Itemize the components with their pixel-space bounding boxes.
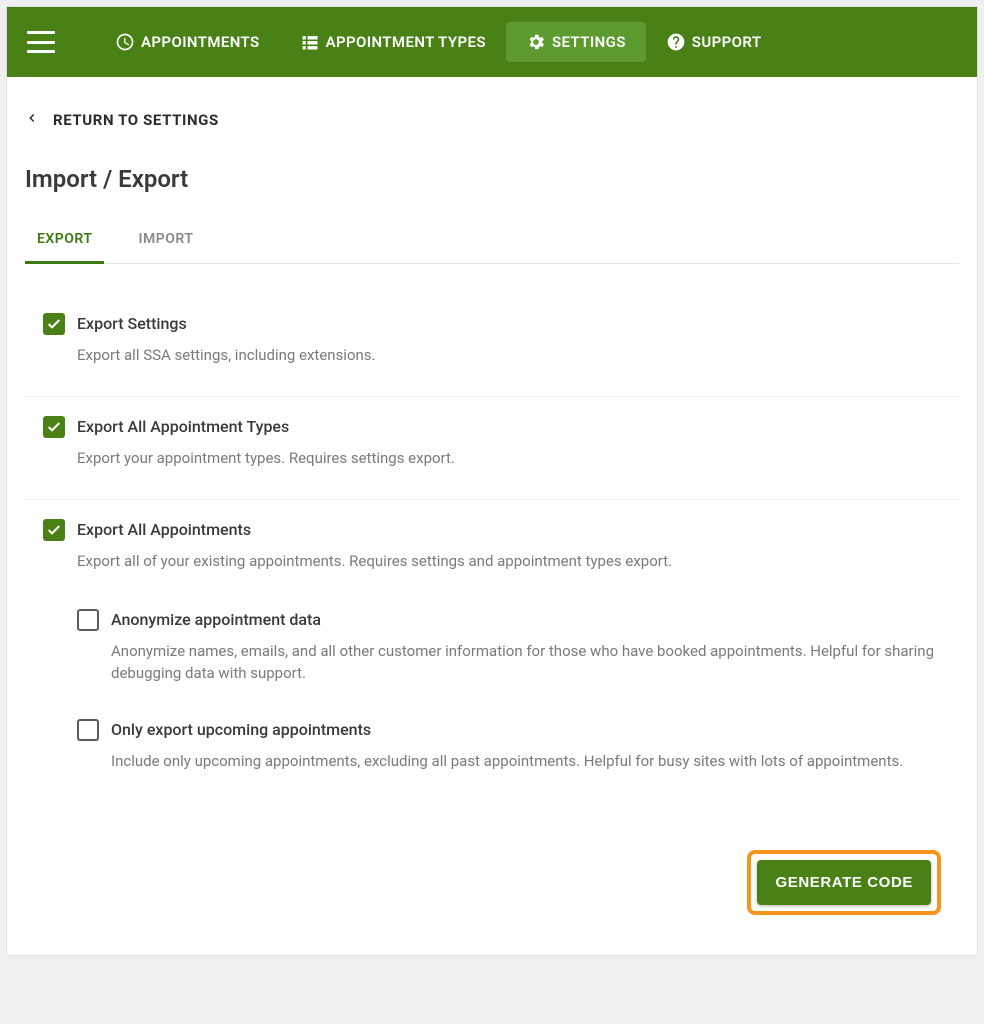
option-desc: Export all of your existing appointments… bbox=[77, 550, 959, 572]
top-navbar: APPOINTMENTS APPOINTMENT TYPES SETTINGS … bbox=[7, 7, 977, 77]
option-desc: Export all SSA settings, including exten… bbox=[77, 344, 959, 366]
return-to-settings-link[interactable]: RETURN TO SETTINGS bbox=[25, 111, 959, 129]
nav-support[interactable]: SUPPORT bbox=[646, 22, 782, 62]
chevron-left-icon bbox=[25, 111, 43, 129]
option-export-settings: Export Settings Export all SSA settings,… bbox=[25, 294, 959, 397]
checkbox-upcoming-only[interactable] bbox=[77, 719, 99, 741]
help-icon bbox=[666, 32, 686, 52]
generate-code-button[interactable]: GENERATE CODE bbox=[757, 860, 931, 905]
nav-settings[interactable]: SETTINGS bbox=[506, 22, 646, 62]
option-desc: Export your appointment types. Requires … bbox=[77, 447, 959, 469]
option-title: Anonymize appointment data bbox=[111, 608, 959, 632]
option-desc: Include only upcoming appointments, excl… bbox=[111, 750, 959, 772]
clock-icon bbox=[115, 32, 135, 52]
option-desc: Anonymize names, emails, and all other c… bbox=[111, 640, 959, 684]
checkbox-anonymize[interactable] bbox=[77, 609, 99, 631]
tabs: EXPORT IMPORT bbox=[25, 221, 959, 264]
nav-appointment-types[interactable]: APPOINTMENT TYPES bbox=[280, 22, 506, 62]
sub-option-anonymize: Anonymize appointment data Anonymize nam… bbox=[77, 608, 959, 684]
checkbox-export-appointments[interactable] bbox=[43, 519, 65, 541]
nav-support-label: SUPPORT bbox=[692, 33, 762, 51]
page-title: Import / Export bbox=[25, 165, 959, 193]
checkbox-export-appointment-types[interactable] bbox=[43, 416, 65, 438]
sub-option-upcoming-only: Only export upcoming appointments Includ… bbox=[77, 718, 959, 772]
option-export-appointment-types: Export All Appointment Types Export your… bbox=[25, 397, 959, 500]
tab-import[interactable]: IMPORT bbox=[126, 221, 205, 264]
option-title: Export All Appointments bbox=[77, 518, 959, 542]
gear-icon bbox=[526, 32, 546, 52]
checkbox-export-settings[interactable] bbox=[43, 313, 65, 335]
nav-items: APPOINTMENTS APPOINTMENT TYPES SETTINGS … bbox=[95, 22, 781, 62]
list-icon bbox=[300, 32, 320, 52]
tab-export[interactable]: EXPORT bbox=[25, 221, 104, 264]
option-title: Export All Appointment Types bbox=[77, 415, 959, 439]
nav-appointments[interactable]: APPOINTMENTS bbox=[95, 22, 280, 62]
return-label: RETURN TO SETTINGS bbox=[53, 111, 219, 129]
nav-settings-label: SETTINGS bbox=[552, 33, 626, 51]
option-title: Export Settings bbox=[77, 312, 959, 336]
generate-code-highlight: GENERATE CODE bbox=[747, 850, 941, 915]
option-title: Only export upcoming appointments bbox=[111, 718, 959, 742]
option-export-appointments: Export All Appointments Export all of yo… bbox=[25, 500, 959, 802]
nav-appointments-label: APPOINTMENTS bbox=[141, 33, 260, 51]
hamburger-menu-button[interactable] bbox=[27, 31, 55, 53]
nav-appointment-types-label: APPOINTMENT TYPES bbox=[326, 33, 486, 51]
